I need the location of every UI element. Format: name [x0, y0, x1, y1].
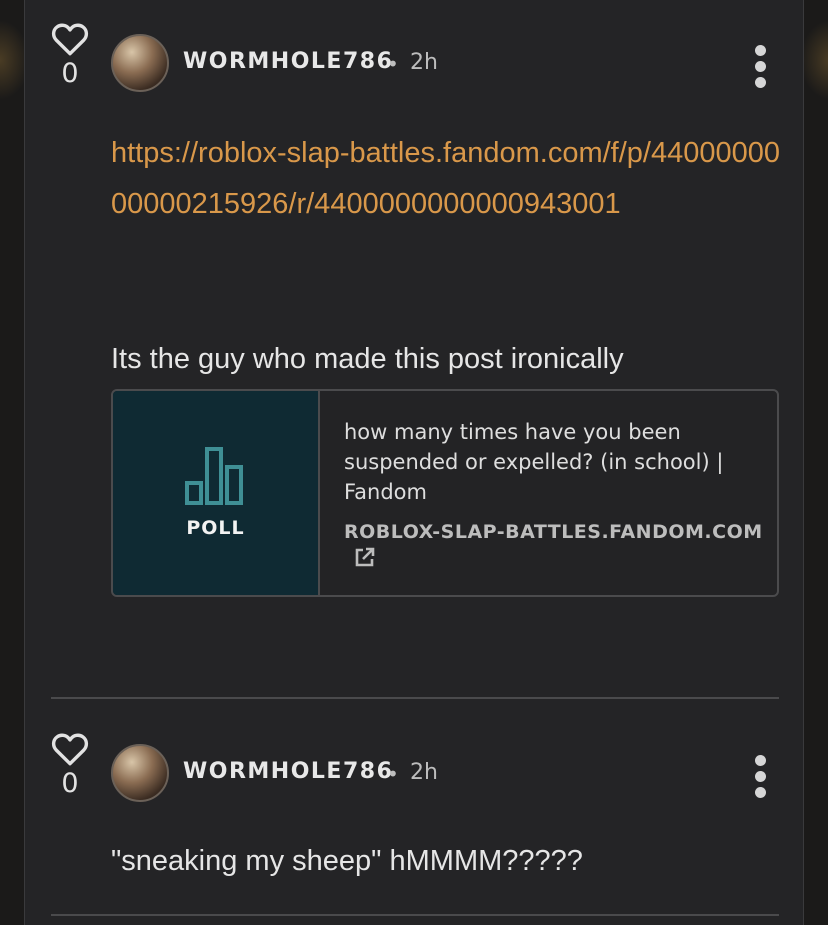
- author-name[interactable]: WORMHOLE786: [183, 759, 393, 784]
- reply-divider: [51, 697, 779, 699]
- author-name[interactable]: WORMHOLE786: [183, 49, 393, 74]
- reply-divider: [51, 914, 779, 916]
- heart-icon[interactable]: [51, 732, 89, 766]
- preview-domain[interactable]: ROBLOX-SLAP-BATTLES.FANDOM.COM: [344, 521, 763, 543]
- timestamp: 2h: [410, 760, 438, 785]
- preview-title[interactable]: how many times have you been suspended o…: [344, 417, 764, 507]
- reply-text: Its the guy who made this post ironicall…: [111, 343, 624, 375]
- reply-link[interactable]: https://roblox-slap-battles.fandom.com/f…: [111, 128, 791, 230]
- separator-dot: •: [387, 762, 399, 786]
- kebab-menu-icon[interactable]: [755, 45, 769, 93]
- reply-list-panel: 0 WORMHOLE786 • 2h https://roblox-slap-b…: [24, 0, 804, 925]
- like-count: 0: [61, 768, 79, 799]
- heart-icon[interactable]: [51, 22, 89, 56]
- avatar[interactable]: [111, 744, 169, 802]
- separator-dot: •: [387, 52, 399, 76]
- poll-thumbnail: POLL: [113, 391, 320, 595]
- like-control[interactable]: 0: [51, 22, 89, 89]
- like-count: 0: [61, 58, 79, 89]
- like-control[interactable]: 0: [51, 732, 89, 799]
- reply-text: "sneaking my sheep" hMMMM?????: [111, 845, 583, 877]
- poll-chart-icon: [185, 447, 243, 505]
- poll-badge: POLL: [186, 517, 245, 539]
- background-glow-right: [800, 20, 828, 100]
- timestamp: 2h: [410, 50, 438, 75]
- kebab-menu-icon[interactable]: [755, 755, 769, 803]
- avatar[interactable]: [111, 34, 169, 92]
- link-preview-card[interactable]: POLL how many times have you been suspen…: [111, 389, 779, 597]
- external-link-icon[interactable]: [354, 546, 376, 568]
